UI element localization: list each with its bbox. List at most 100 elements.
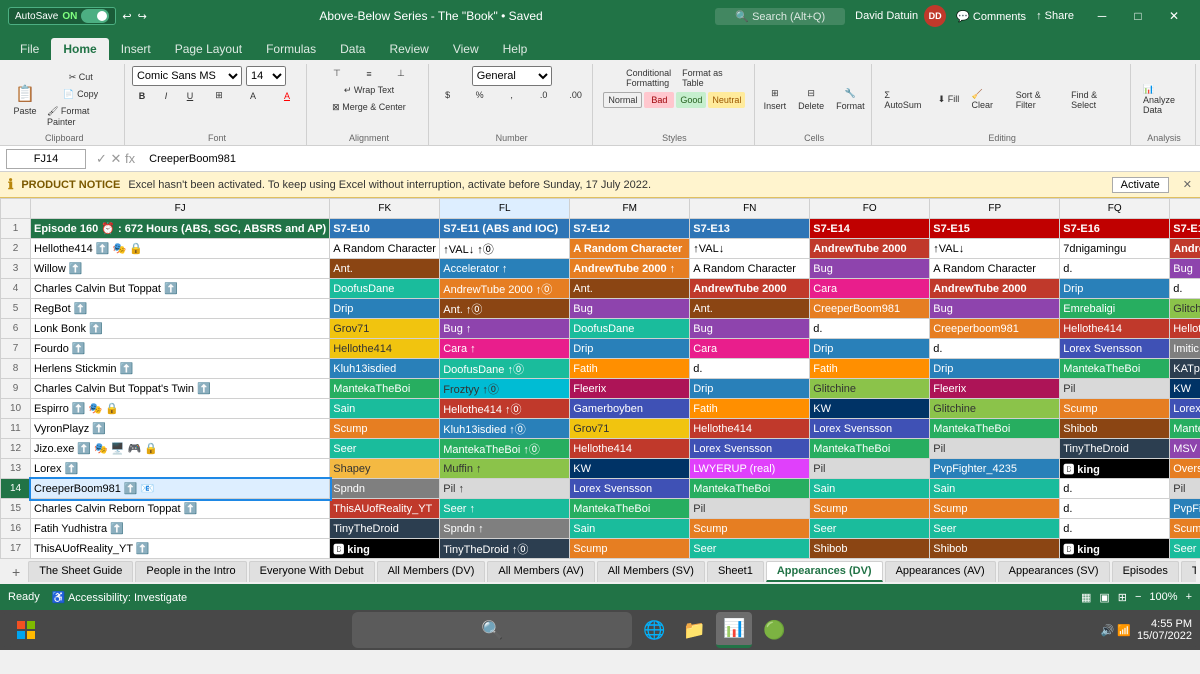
grid-cell[interactable]: CreeperBoom981 <box>810 299 930 319</box>
grid-cell[interactable]: ↑VAL↓ <box>930 239 1060 259</box>
grid-cell[interactable]: LWYERUP (real) <box>690 459 810 479</box>
grid-cell[interactable]: KW <box>810 399 930 419</box>
underline-btn[interactable]: U <box>180 89 200 103</box>
grid-cell[interactable]: DoofusDane <box>570 319 690 339</box>
neutral-style-btn[interactable]: Neutral <box>708 92 745 108</box>
grid-cell[interactable]: Seer <box>930 519 1060 539</box>
percent-btn[interactable]: % <box>465 88 495 102</box>
font-color-btn[interactable]: A <box>272 89 302 103</box>
grid-cell[interactable]: Glitchine <box>930 399 1060 419</box>
tab-help[interactable]: Help <box>491 38 540 60</box>
autosave-toggle[interactable] <box>81 9 109 23</box>
find-select-btn[interactable]: Find & Select <box>1067 88 1124 112</box>
grid-cell[interactable]: MantekaTheBoi <box>690 479 810 499</box>
grid-cell[interactable]: Hellothe414 <box>1060 319 1170 339</box>
grid-cell[interactable]: Sain <box>330 399 440 419</box>
normal-style-btn[interactable]: Normal <box>603 92 642 108</box>
grid-cell[interactable]: Bug ↑ <box>440 319 570 339</box>
grid-cell[interactable]: KW <box>1170 379 1200 399</box>
tab-page-layout[interactable]: Page Layout <box>163 38 254 60</box>
comma-btn[interactable]: , <box>497 88 527 102</box>
grid-cell[interactable]: Lorex Svensson <box>1170 399 1200 419</box>
grid-cell[interactable]: A Random Character <box>570 239 690 259</box>
col-header-fr[interactable]: FR <box>1170 199 1200 219</box>
grid-cell[interactable]: Lorex ⬆️ <box>31 459 330 479</box>
grid-cell[interactable]: Fatih <box>690 399 810 419</box>
grid-cell[interactable]: TinyTheDroid <box>1060 439 1170 459</box>
tab-file[interactable]: File <box>8 38 51 60</box>
grid-cell[interactable]: RegBot ⬆️ <box>31 299 330 319</box>
taskbar-edge[interactable]: 🌐 <box>636 612 672 648</box>
grid-cell[interactable]: d. <box>930 339 1060 359</box>
grid-cell[interactable]: Pil <box>930 439 1060 459</box>
grid-cell[interactable]: PvpFighter_4235 <box>930 459 1060 479</box>
grid-cell[interactable]: 7dnigamingu <box>1060 239 1170 259</box>
grid-cell[interactable]: S7-E16 <box>1060 219 1170 239</box>
grid-cell[interactable]: ↑VAL↓ <box>690 239 810 259</box>
taskbar-explorer[interactable]: 📁 <box>676 612 712 648</box>
grid-cell[interactable]: d. <box>690 359 810 379</box>
grid-cell[interactable]: Fourdo ⬆️ <box>31 339 330 359</box>
format-painter-btn[interactable]: 🖌 Format Painter <box>43 104 118 129</box>
grid-cell[interactable]: Bug <box>930 299 1060 319</box>
fill-btn[interactable]: ⬇ Fill <box>934 92 964 107</box>
grid-cell[interactable]: MantekaTheBoi <box>810 439 930 459</box>
grid-cell[interactable]: AndrewTube 2000 ↑⓪ <box>440 279 570 299</box>
grid-cell[interactable]: Bug <box>690 319 810 339</box>
grid-cell[interactable]: d. <box>1060 499 1170 519</box>
grid-cell[interactable]: Hellothe414 ⬆️ 🎭 🔒 <box>31 239 330 259</box>
grid-cell[interactable]: Pil ↑ <box>440 479 570 499</box>
grid-cell[interactable]: OversizedSausage <box>1170 459 1200 479</box>
analyze-data-btn[interactable]: 📊 AnalyzeData <box>1139 82 1189 117</box>
grid-cell[interactable]: Accelerator ↑ <box>440 259 570 279</box>
grid-cell[interactable]: Scump <box>930 499 1060 519</box>
grid-cell[interactable]: Fleerix <box>570 379 690 399</box>
italic-btn[interactable]: I <box>156 89 176 103</box>
format-cells-btn[interactable]: 🔧Format <box>832 86 869 113</box>
grid-cell[interactable]: Drip <box>930 359 1060 379</box>
grid-cell[interactable]: S7-E10 <box>330 219 440 239</box>
col-header-fl[interactable]: FL <box>440 199 570 219</box>
sort-filter-btn[interactable]: Sort & Filter <box>1012 88 1063 112</box>
grid-cell[interactable]: d. <box>1060 259 1170 279</box>
grid-cell[interactable]: Glitchine <box>1170 299 1200 319</box>
bold-btn[interactable]: B <box>132 89 152 103</box>
grid-cell[interactable]: MSV FF <box>1170 439 1200 459</box>
grid-cell[interactable]: Seer <box>330 439 440 459</box>
add-sheet-btn[interactable]: + <box>4 561 28 583</box>
col-header-fm[interactable]: FM <box>570 199 690 219</box>
col-header-fj[interactable]: FJ <box>31 199 330 219</box>
grid-cell[interactable]: S7-E13 <box>690 219 810 239</box>
grid-cell[interactable]: MantekaTheBoi <box>330 379 440 399</box>
format-as-table-btn[interactable]: Format asTable <box>678 66 727 90</box>
grid-cell[interactable]: Sain <box>810 479 930 499</box>
cut-btn[interactable]: ✂ Cut <box>43 70 118 85</box>
grid-cell[interactable]: Drip <box>330 299 440 319</box>
sheet-tab[interactable]: Everyone With Debut <box>249 561 375 582</box>
number-format-select[interactable]: General <box>472 66 552 86</box>
notification-close[interactable]: ✕ <box>1183 178 1192 191</box>
grid-cell[interactable]: Seer <box>690 539 810 559</box>
grid-cell[interactable]: 🅱 king <box>330 539 440 559</box>
currency-btn[interactable]: $ <box>433 88 463 102</box>
grid-cell[interactable]: d. <box>810 319 930 339</box>
grid-cell[interactable]: Fatih <box>810 359 930 379</box>
grid-cell[interactable]: Hellothe414 <box>1170 319 1200 339</box>
align-middle-btn[interactable]: ≡ <box>354 66 384 81</box>
bad-style-btn[interactable]: Bad <box>644 92 674 108</box>
grid-cell[interactable]: S7-E11 (ABS and IOC) <box>440 219 570 239</box>
grid-cell[interactable]: Gamerboyben <box>570 399 690 419</box>
grid-cell[interactable]: ThisAUofReality_YT ⬆️ <box>31 539 330 559</box>
grid-cell[interactable]: VyronPlayz ⬆️ <box>31 419 330 439</box>
grid-cell[interactable]: AndrewTube 2000 <box>930 279 1060 299</box>
good-style-btn[interactable]: Good <box>676 92 706 108</box>
grid-cell[interactable]: Creeperboom981 <box>930 319 1060 339</box>
grid-cell[interactable]: Spndn ↑ <box>440 519 570 539</box>
grid-cell[interactable]: TinyTheDroid <box>330 519 440 539</box>
sheet-tab[interactable]: All Members (AV) <box>487 561 594 582</box>
grid-cell[interactable]: ↑VAL↓ ↑⓪ <box>440 239 570 259</box>
share-btn[interactable]: ↑ Share <box>1036 10 1074 22</box>
grid-cell[interactable]: 🅱 king <box>1060 539 1170 559</box>
view-layout-btn[interactable]: ▣ <box>1099 591 1109 604</box>
wrap-text-btn[interactable]: ↵ Wrap Text <box>340 83 398 98</box>
